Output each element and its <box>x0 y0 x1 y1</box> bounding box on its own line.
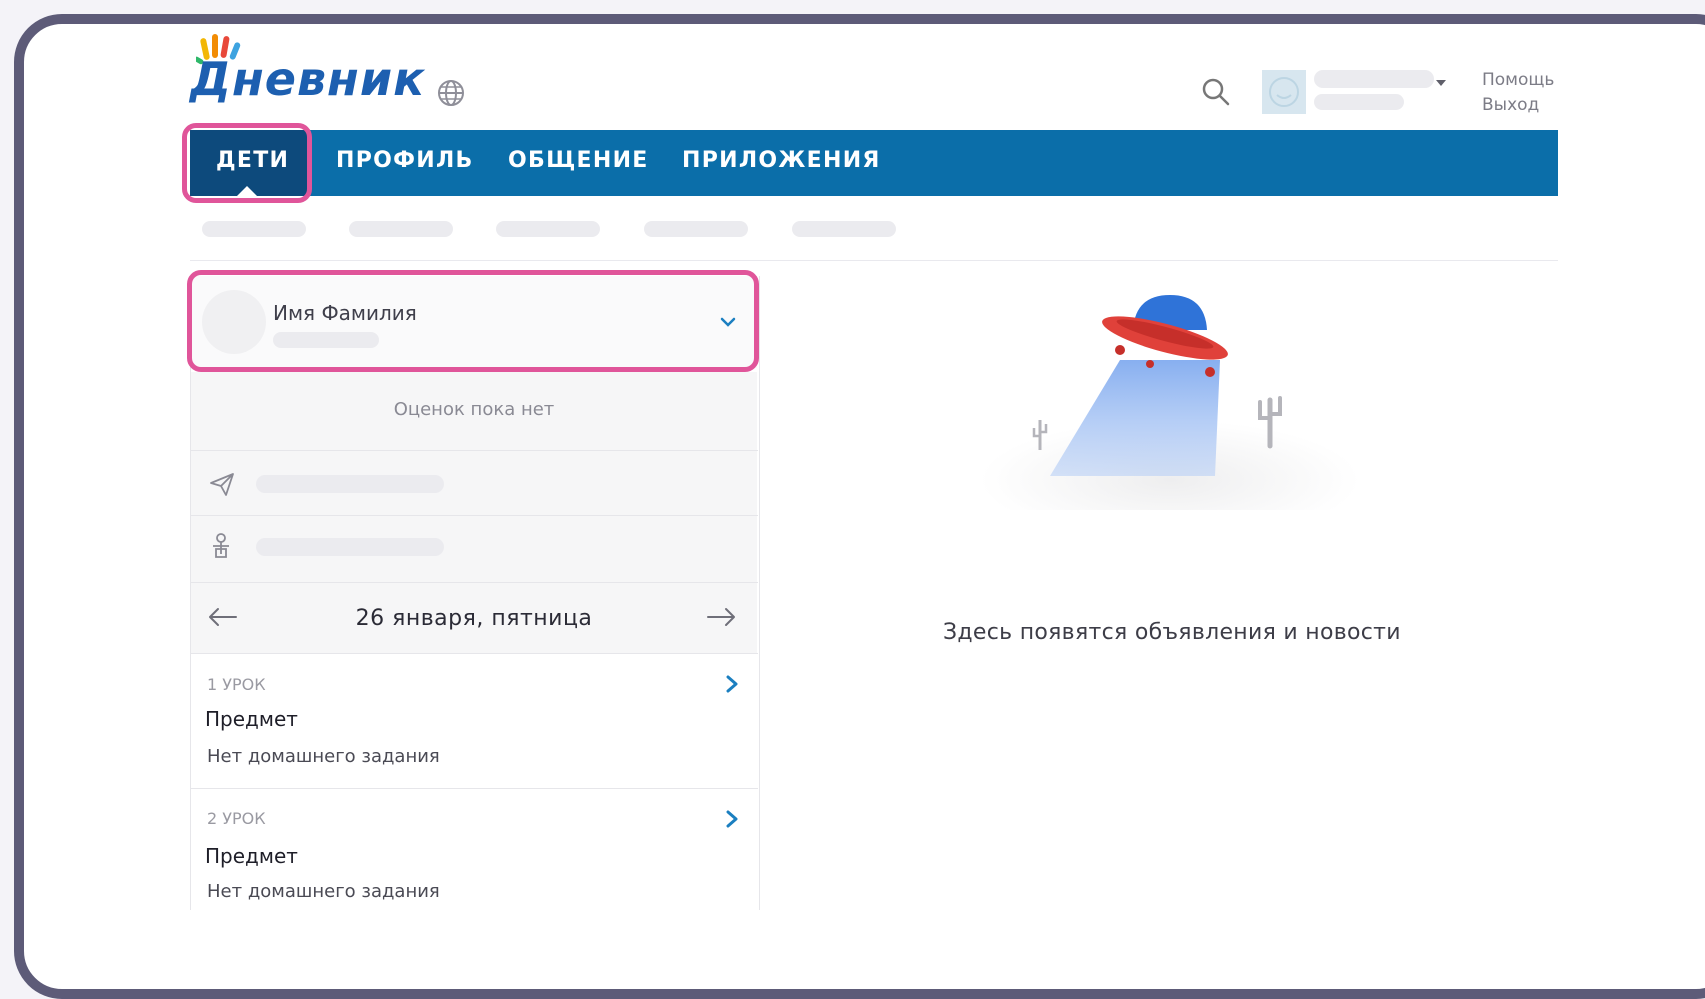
subnav-item[interactable] <box>792 221 896 237</box>
logout-link[interactable]: Выход <box>1482 95 1539 115</box>
nav-tab-apps[interactable]: ПРИЛОЖЕНИЯ <box>682 148 881 173</box>
highlight-child-selector <box>187 270 759 372</box>
subnav-item[interactable] <box>349 221 453 237</box>
subnav-item[interactable] <box>496 221 600 237</box>
messages-placeholder <box>256 475 444 493</box>
highlight-children-tab <box>182 123 312 203</box>
app-logo[interactable]: Дневник <box>190 52 425 106</box>
avatar-face-icon <box>1269 77 1299 107</box>
arrow-right-icon[interactable] <box>706 607 736 627</box>
paper-plane-icon <box>210 473 234 496</box>
user-name-placeholder <box>1314 70 1434 88</box>
search-icon[interactable] <box>1200 76 1232 108</box>
lesson-number: 1 УРОК <box>207 675 266 694</box>
subnav-item[interactable] <box>202 221 306 237</box>
ufo-illustration <box>980 295 1360 510</box>
person-icon <box>213 533 229 558</box>
user-role-placeholder <box>1314 94 1404 110</box>
chevron-right-icon[interactable] <box>726 810 738 828</box>
teacher-placeholder <box>256 538 444 556</box>
nav-tab-communication[interactable]: ОБЩЕНИЕ <box>508 148 649 173</box>
user-avatar[interactable] <box>1262 70 1306 114</box>
chevron-right-icon[interactable] <box>726 675 738 693</box>
chevron-down-icon[interactable] <box>1436 80 1446 86</box>
globe-icon[interactable] <box>436 78 466 108</box>
subnav-item[interactable] <box>644 221 748 237</box>
nav-tab-profile[interactable]: ПРОФИЛЬ <box>336 148 474 173</box>
lesson-homework: Нет домашнего задания <box>207 881 440 902</box>
feed-empty-message: Здесь появятся объявления и новости <box>943 620 1401 645</box>
lesson-subject: Предмет <box>205 844 298 868</box>
lesson-subject: Предмет <box>205 707 298 731</box>
help-link[interactable]: Помощь <box>1482 70 1554 90</box>
schedule-date: 26 января, пятница <box>355 606 593 631</box>
lesson-homework: Нет домашнего задания <box>207 746 440 767</box>
lesson-number: 2 УРОК <box>207 809 266 828</box>
no-grades-text: Оценок пока нет <box>393 399 555 420</box>
